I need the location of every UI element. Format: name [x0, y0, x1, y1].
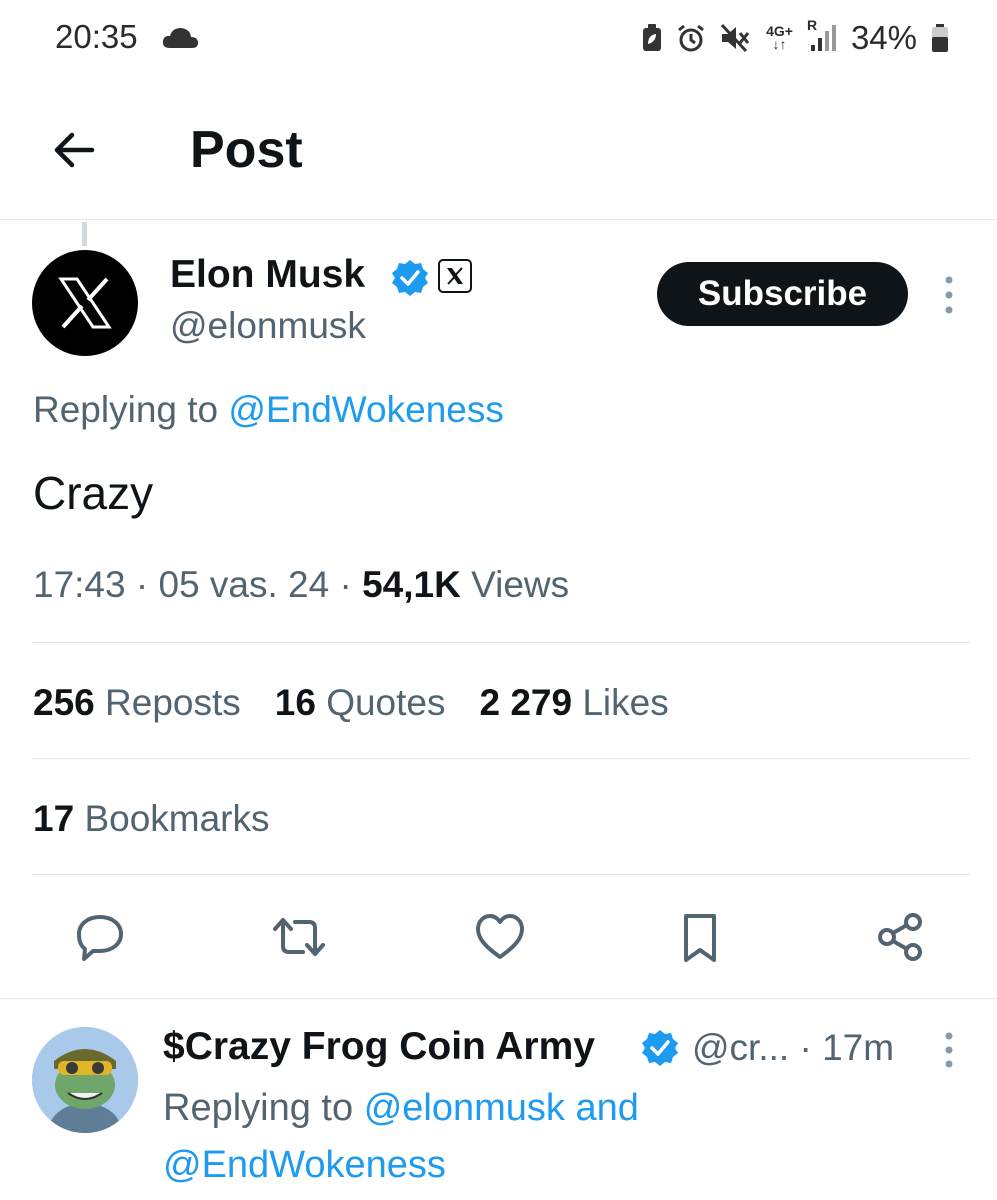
subscribe-button[interactable]: Subscribe — [657, 262, 908, 326]
avatar[interactable] — [32, 250, 138, 356]
bookmarks-count: 17 — [33, 798, 75, 839]
likes-label: Likes — [582, 682, 669, 723]
author-name[interactable]: Elon Musk — [170, 253, 365, 297]
reply-time[interactable]: · 17m — [799, 1027, 894, 1068]
page-title: Post — [190, 121, 303, 179]
signal-icon: R — [807, 18, 837, 53]
mute-icon — [720, 23, 752, 53]
post-time[interactable]: 17:43 — [33, 564, 126, 605]
status-time: 20:35 — [55, 18, 138, 55]
divider — [32, 874, 970, 875]
reposts-stat[interactable]: 256 Reposts — [33, 682, 241, 724]
mention-link[interactable]: @elonmusk and — [364, 1087, 639, 1129]
reply-author-name[interactable]: $Crazy Frog Coin Army — [163, 1025, 595, 1069]
author-handle[interactable]: @elonmusk — [170, 305, 366, 347]
likes-count: 2 279 — [479, 682, 573, 723]
divider — [32, 642, 970, 643]
roaming-label: R — [806, 17, 818, 33]
battery-saver-icon — [642, 24, 662, 52]
cloud-icon — [160, 24, 200, 52]
mention-link[interactable]: @EndWokeness — [228, 389, 503, 430]
repost-icon[interactable] — [267, 905, 331, 969]
x-affiliate-badge-icon — [438, 259, 472, 293]
meta-separator: · — [135, 564, 149, 605]
divider — [32, 758, 970, 759]
thread-connector — [82, 222, 87, 246]
replying-prefix: Replying to — [163, 1087, 354, 1129]
meta-separator: · — [339, 564, 352, 605]
status-icons: 4G+ ↓↑ R 34% — [642, 16, 949, 60]
battery-percent: 34% — [850, 19, 917, 56]
replying-prefix: Replying to — [33, 389, 219, 430]
reposts-count: 256 — [33, 682, 95, 723]
replying-to: Replying to @EndWokeness — [33, 389, 504, 431]
arrow-left-icon[interactable] — [48, 124, 100, 176]
engagement-stats: 256 Reposts 16 Quotes 2 279 Likes — [33, 682, 669, 724]
more-options-icon[interactable] — [938, 1030, 960, 1070]
verified-badge-icon — [640, 1028, 680, 1068]
quotes-label: Quotes — [326, 682, 446, 723]
likes-stat[interactable]: 2 279 Likes — [479, 682, 668, 724]
quotes-stat[interactable]: 16 Quotes — [275, 682, 446, 724]
avatar[interactable] — [32, 1027, 138, 1133]
bookmark-icon[interactable] — [668, 905, 732, 969]
views-count: 54,1K — [362, 564, 461, 605]
post-text: Crazy — [33, 467, 154, 519]
mention-link[interactable]: @EndWokeness — [163, 1144, 446, 1186]
bookmarks-label: Bookmarks — [84, 798, 270, 839]
reply-author-handle[interactable]: @cr... — [692, 1027, 789, 1068]
reply-icon[interactable] — [68, 905, 132, 969]
views-label: Views — [471, 564, 570, 605]
share-icon[interactable] — [868, 905, 932, 969]
battery-icon — [931, 23, 949, 53]
post-date[interactable]: 05 vas. 24 — [158, 564, 329, 605]
reposts-label: Reposts — [105, 682, 241, 723]
reply-handle: @cr... · 17m — [692, 1027, 894, 1069]
verified-badge-icon — [390, 258, 430, 298]
alarm-icon — [676, 23, 706, 53]
bookmarks-stat[interactable]: 17 Bookmarks — [33, 798, 270, 840]
network-type: 4G+ ↓↑ — [766, 23, 793, 52]
header: Post — [0, 80, 997, 220]
more-options-icon[interactable] — [938, 272, 960, 318]
action-bar — [0, 905, 997, 969]
status-bar: 20:35 4G+ ↓↑ R 34% — [0, 0, 997, 80]
reply-replying-to: Replying to @elonmusk and @EndWokeness — [163, 1080, 863, 1194]
quotes-count: 16 — [274, 682, 316, 723]
post-meta: 17:43 · 05 vas. 24 · 54,1K Views — [33, 564, 569, 606]
section-divider — [0, 998, 997, 999]
like-icon[interactable] — [468, 905, 532, 969]
network-type-label: 4G+ — [766, 23, 793, 39]
